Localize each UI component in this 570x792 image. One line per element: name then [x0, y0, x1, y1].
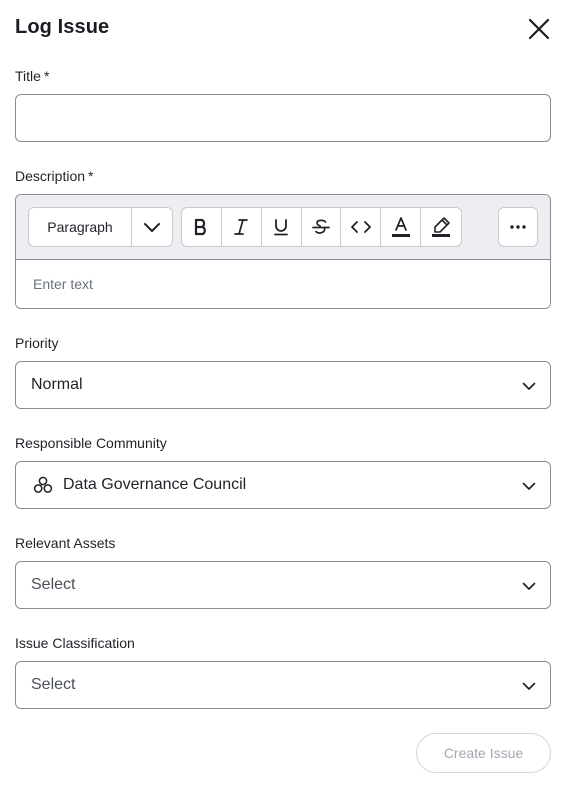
- text-color-button[interactable]: [381, 208, 422, 246]
- assets-select[interactable]: Select: [15, 561, 551, 609]
- dialog-title: Log Issue: [15, 16, 110, 38]
- classification-label: Issue Classification: [15, 635, 135, 651]
- more-options-inner[interactable]: [499, 208, 537, 246]
- italic-icon: [234, 219, 249, 235]
- highlighter-icon: [432, 217, 451, 237]
- assets-value: Select: [31, 576, 76, 593]
- title-label-text: Title: [15, 68, 41, 84]
- paragraph-chevron-button[interactable]: [132, 208, 172, 246]
- title-label: Title *: [15, 68, 49, 84]
- chevron-down-icon: [522, 582, 536, 590]
- required-mark: *: [88, 168, 94, 184]
- strikethrough-icon: [312, 219, 330, 234]
- bold-icon: [195, 218, 207, 236]
- priority-label: Priority: [15, 335, 59, 351]
- close-icon: [528, 18, 550, 40]
- create-issue-button[interactable]: Create Issue: [416, 733, 551, 773]
- community-value: Data Governance Council: [63, 476, 247, 493]
- classification-select[interactable]: Select: [15, 661, 551, 709]
- chevron-down-icon: [522, 482, 536, 490]
- strikethrough-button[interactable]: [302, 208, 342, 246]
- close-button[interactable]: [526, 16, 552, 42]
- description-label-text: Description: [15, 168, 86, 184]
- format-toolbar: [181, 207, 462, 247]
- bold-button[interactable]: [182, 208, 222, 246]
- editor-content[interactable]: Enter text: [16, 260, 550, 308]
- more-horizontal-icon: [510, 225, 526, 229]
- priority-select[interactable]: Normal: [15, 361, 551, 409]
- editor-placeholder: Enter text: [33, 276, 93, 292]
- underline-button[interactable]: [262, 208, 302, 246]
- priority-value: Normal: [31, 376, 83, 393]
- text-color-icon: [391, 217, 410, 237]
- community-select[interactable]: Data Governance Council: [15, 461, 551, 509]
- classification-value: Select: [31, 676, 76, 693]
- chevron-down-icon: [522, 682, 536, 690]
- description-editor: Paragraph Enter text: [15, 194, 551, 309]
- description-label: Description *: [15, 168, 93, 184]
- more-options-button[interactable]: [498, 207, 538, 247]
- paragraph-style-button[interactable]: Paragraph: [29, 208, 132, 246]
- underline-icon: [274, 219, 289, 236]
- community-label: Responsible Community: [15, 435, 167, 451]
- highlight-button[interactable]: [421, 208, 461, 246]
- assets-label: Relevant Assets: [15, 535, 116, 551]
- code-icon: [350, 221, 371, 233]
- code-button[interactable]: [341, 208, 382, 246]
- paragraph-label: Paragraph: [47, 219, 113, 235]
- editor-toolbar: Paragraph: [16, 195, 550, 260]
- chevron-down-icon: [522, 382, 536, 390]
- chevron-down-icon: [144, 223, 160, 232]
- community-icon: [33, 476, 53, 493]
- title-input[interactable]: [15, 94, 551, 142]
- paragraph-dropdown[interactable]: Paragraph: [28, 207, 173, 247]
- required-mark: *: [43, 68, 50, 84]
- italic-button[interactable]: [222, 208, 262, 246]
